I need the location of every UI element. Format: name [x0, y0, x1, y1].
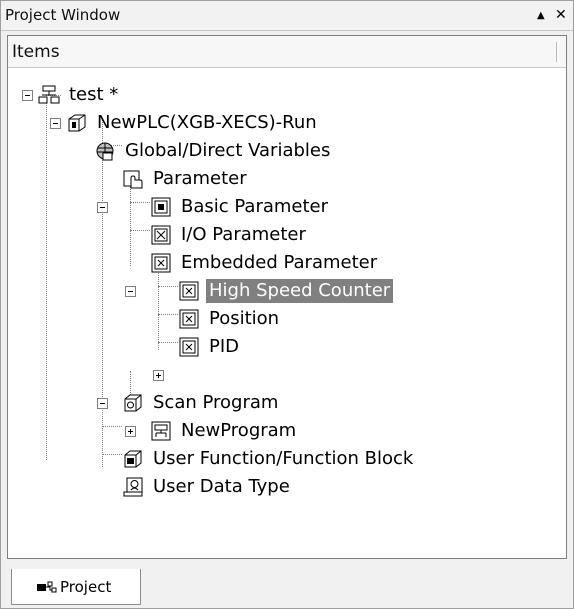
items-header-label: Items	[12, 42, 60, 62]
position-icon	[179, 309, 199, 329]
tree-item-new-program[interactable]: NewProgram	[150, 417, 299, 445]
tree-item-pid[interactable]: PID	[178, 333, 242, 361]
tree-item-plc[interactable]: NewPLC(XGB-XECS)-Run	[66, 109, 320, 137]
collapse-embedded-toggle[interactable]	[125, 286, 136, 297]
embedded-parameter-icon	[151, 253, 171, 273]
tree-line	[102, 118, 103, 467]
project-tree: test * NewPLC(XGB-XECS)-Run Global/Direc…	[8, 68, 566, 558]
tree-item-label: NewProgram	[181, 420, 297, 441]
collapse-test-toggle[interactable]	[22, 90, 33, 101]
collapse-plc-toggle[interactable]	[50, 118, 61, 129]
expand-pid-toggle[interactable]	[153, 370, 164, 381]
basic-parameter-icon	[151, 197, 171, 217]
tree-item-user-data-type[interactable]: User Data Type	[122, 473, 293, 501]
tree-item-label: Basic Parameter	[181, 196, 329, 217]
window-title: Project Window	[5, 6, 121, 24]
tree-item-label: test *	[69, 84, 119, 105]
tree-item-label: Embedded Parameter	[181, 252, 378, 273]
tree-item-global-variables[interactable]: Global/Direct Variables	[94, 137, 333, 165]
tree-item-basic-parameter[interactable]: Basic Parameter	[150, 193, 331, 221]
tree-item-label: High Speed Counter	[206, 279, 394, 303]
tree-item-label: I/O Parameter	[181, 224, 306, 245]
tree-item-label: PID	[209, 336, 240, 357]
tree-item-label: Parameter	[153, 168, 247, 189]
tree-item-label: Position	[209, 308, 280, 329]
tree-item-label: NewPLC(XGB-XECS)-Run	[97, 112, 317, 133]
tree-line	[130, 230, 150, 231]
tree-item-label: Scan Program	[153, 392, 279, 413]
tree-item-label: User Data Type	[153, 476, 290, 497]
items-header[interactable]: Items	[8, 36, 566, 68]
collapse-scan-program-toggle[interactable]	[97, 398, 108, 409]
scan-program-icon	[124, 394, 142, 412]
tree-item-scan-program[interactable]: Scan Program	[122, 389, 281, 417]
project-tab-icon	[37, 581, 57, 592]
program-icon	[151, 421, 171, 441]
tree-item-label: Global/Direct Variables	[125, 140, 331, 161]
tree-line	[158, 286, 178, 287]
pin-icon[interactable]: ▲	[537, 10, 545, 21]
tree-line	[102, 426, 122, 427]
global-variables-icon	[96, 142, 114, 161]
tree-item-position[interactable]: Position	[178, 305, 282, 333]
tab-project-label: Project	[60, 577, 112, 596]
tree-item-io-parameter[interactable]: I/O Parameter	[150, 221, 309, 249]
collapse-parameter-toggle[interactable]	[97, 202, 108, 213]
tab-project[interactable]: Project	[11, 569, 141, 605]
tree-line	[102, 454, 122, 455]
parameter-hand-icon	[123, 170, 143, 189]
plc-icon	[68, 114, 86, 132]
tree-item-test[interactable]: test *	[38, 81, 121, 109]
tree-line	[158, 342, 178, 343]
io-parameter-icon	[151, 225, 171, 245]
close-icon[interactable]: ✕	[555, 7, 567, 23]
bottom-tab-strip: Project	[1, 561, 573, 608]
tree-item-embedded-parameter[interactable]: Embedded Parameter	[150, 249, 380, 277]
expand-newprogram-toggle[interactable]	[125, 426, 136, 437]
tree-item-high-speed-counter[interactable]: High Speed Counter	[178, 277, 394, 305]
tree-line	[158, 314, 178, 315]
tree-item-label: User Function/Function Block	[153, 448, 414, 469]
project-window: Project Window ▲ ✕ Items test * NewPLC(X…	[0, 0, 574, 609]
tree-item-user-function[interactable]: User Function/Function Block	[122, 445, 416, 473]
titlebar: Project Window ▲ ✕	[1, 1, 573, 31]
project-icon	[38, 85, 60, 104]
tree-line	[130, 202, 150, 203]
tree-line	[46, 95, 47, 460]
pid-icon	[179, 337, 199, 357]
user-function-icon	[124, 450, 142, 468]
high-speed-counter-icon	[179, 281, 199, 301]
project-panel: Items test * NewPLC(XGB-XECS)-Run Global…	[7, 35, 567, 559]
tree-item-parameter[interactable]: Parameter	[122, 165, 250, 193]
column-divider[interactable]	[556, 42, 558, 62]
user-data-type-icon	[123, 477, 143, 497]
